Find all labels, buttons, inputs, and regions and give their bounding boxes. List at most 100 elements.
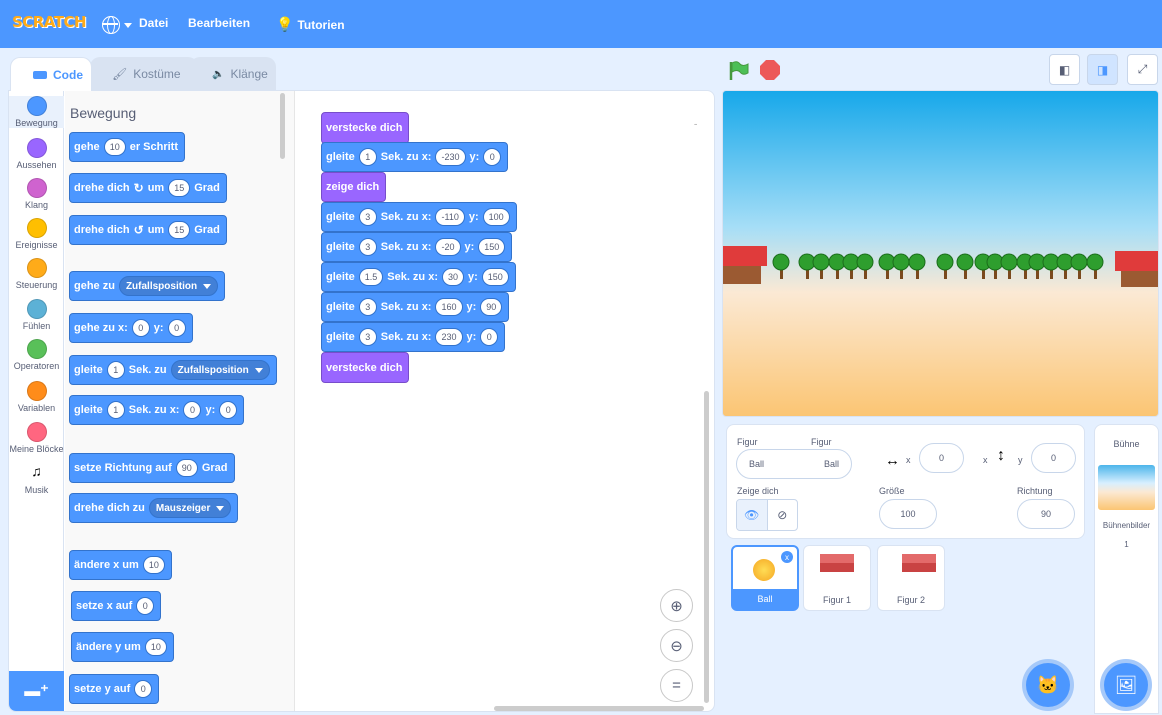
block-input[interactable]: 0 <box>483 148 502 166</box>
block-input[interactable]: -20 <box>435 238 461 256</box>
block-change-x[interactable]: ändere x um 10 <box>69 550 172 580</box>
block-dropdown[interactable]: Zufallsposition <box>118 276 219 296</box>
category-9[interactable]: ♫ Musik <box>9 463 64 495</box>
block-input[interactable]: 30 <box>442 268 465 286</box>
block-input[interactable]: 3 <box>358 208 377 226</box>
script-block-glide-xy[interactable]: gleite 3 Sek. zu x: -110 y: 100 <box>321 202 517 232</box>
category-5[interactable]: Fühlen <box>9 299 64 331</box>
block-input[interactable]: 10 <box>103 138 126 156</box>
visibility-toggle[interactable]: 👁 ⊘ <box>736 499 798 531</box>
block-input[interactable]: -230 <box>435 148 466 166</box>
category-7[interactable]: Variablen <box>9 381 64 413</box>
script-block-hide-end[interactable]: verstecke dich <box>321 352 410 383</box>
script-block-glide-xy[interactable]: gleite 3 Sek. zu x: 230 y: 0 <box>321 322 506 352</box>
block-input[interactable]: 0 <box>183 401 202 419</box>
zoom-reset-button[interactable]: = <box>660 669 693 702</box>
add-sprite-button[interactable]: 🐱 <box>1026 663 1070 707</box>
delete-icon[interactable]: x <box>781 551 793 563</box>
block-input[interactable]: 100 <box>482 208 510 226</box>
block-input[interactable]: 15 <box>168 221 191 239</box>
block-glide[interactable]: gleite 1 Sek. zu Zufallsposition <box>69 355 277 385</box>
sprite-name-field[interactable]: Ball Ball <box>736 449 852 479</box>
script-block-glide-xy[interactable]: gleite 1.5 Sek. zu x: 30 y: 150 <box>321 262 516 292</box>
add-extension-button[interactable]: ▬⁺ <box>9 671 64 711</box>
sprite-tile-ball[interactable]: x Ball <box>731 545 799 611</box>
x-field[interactable]: 0 <box>919 443 964 473</box>
block-input[interactable]: 0 <box>167 319 186 337</box>
block-input[interactable]: 1 <box>106 361 125 379</box>
block-input[interactable]: 1 <box>358 148 377 166</box>
small-stage-button[interactable]: ◧ <box>1049 54 1080 85</box>
block-input[interactable]: -110 <box>435 208 465 226</box>
category-1[interactable]: Aussehen <box>9 138 64 170</box>
script-block-glide-xy[interactable]: gleite 3 Sek. zu x: 160 y: 90 <box>321 292 510 322</box>
horizontal-scrollbar[interactable] <box>494 706 704 711</box>
size-field[interactable]: 100 <box>879 499 937 529</box>
green-flag-icon[interactable] <box>728 60 750 82</box>
category-4[interactable]: Steuerung <box>9 258 64 290</box>
tab-costumes[interactable]: 🖌 Kostüme <box>90 57 198 91</box>
block-glide-xy[interactable]: gleite 1 Sek. zu x: 0 y: 0 <box>69 395 245 425</box>
block-goto[interactable]: gehe zu Zufallsposition <box>69 271 226 301</box>
vertical-scrollbar[interactable] <box>704 391 709 703</box>
zoom-out-button[interactable]: ⊖ <box>660 629 693 662</box>
add-backdrop-button[interactable]: 🖼 <box>1104 663 1148 707</box>
block-input[interactable]: 0 <box>480 328 499 346</box>
block-turn-right[interactable]: drehe dich ↻ um 15 Grad <box>69 173 227 203</box>
block-input[interactable]: 0 <box>131 319 150 337</box>
block-input[interactable]: 15 <box>168 179 191 197</box>
block-input[interactable]: 230 <box>435 328 463 346</box>
large-stage-button[interactable]: ◨ <box>1087 54 1118 85</box>
block-goto-xy[interactable]: gehe zu x: 0 y: 0 <box>69 313 193 343</box>
block-input[interactable]: 0 <box>136 597 155 615</box>
block-dropdown[interactable]: Zufallsposition <box>170 360 270 380</box>
sprite-tile-figur2[interactable]: Figur 2 <box>877 545 945 611</box>
direction-field[interactable]: 90 <box>1017 499 1075 529</box>
block-input[interactable]: 3 <box>358 328 377 346</box>
fullscreen-button[interactable]: ⤢ <box>1127 54 1158 85</box>
zoom-in-button[interactable]: ⊕ <box>660 589 693 622</box>
block-input[interactable]: 3 <box>358 298 377 316</box>
hide-eye-icon[interactable]: ⊘ <box>768 500 798 530</box>
block-move-steps[interactable]: gehe 10 er Schritt <box>69 132 185 162</box>
stop-icon[interactable] <box>760 60 780 80</box>
script-block-hide[interactable]: verstecke dich <box>321 112 410 144</box>
y-field[interactable]: 0 <box>1031 443 1076 473</box>
block-input[interactable]: 150 <box>481 268 509 286</box>
tab-sounds[interactable]: 🔈 Klänge <box>190 57 276 91</box>
block-input[interactable]: 0 <box>134 680 153 698</box>
edit-menu[interactable]: Bearbeiten <box>188 16 250 30</box>
scratch-logo[interactable]: SCRATCH <box>12 13 87 31</box>
category-6[interactable]: Operatoren <box>9 339 64 371</box>
script-block-glide-xy[interactable]: gleite 1 Sek. zu x: -230 y: 0 <box>321 142 509 172</box>
block-input[interactable]: 10 <box>142 556 165 574</box>
show-eye-icon[interactable]: 👁 <box>737 500 768 530</box>
tutorials-menu[interactable]: 💡 Tutorien <box>276 16 345 33</box>
language-menu[interactable] <box>102 16 132 34</box>
category-2[interactable]: Klang <box>9 178 64 210</box>
sprite-tile-figur1[interactable]: Figur 1 <box>803 545 871 611</box>
block-input[interactable]: 90 <box>480 298 503 316</box>
block-input[interactable]: 160 <box>435 298 463 316</box>
script-block-show[interactable]: zeige dich <box>321 172 387 202</box>
category-8[interactable]: Meine Blöcke <box>9 422 64 454</box>
block-input[interactable]: 10 <box>144 638 167 656</box>
block-change-y[interactable]: ändere y um 10 <box>71 632 174 662</box>
file-menu[interactable]: Datei <box>139 16 168 30</box>
block-input[interactable]: 3 <box>358 238 377 256</box>
tab-code[interactable]: Code <box>10 57 92 91</box>
category-0[interactable]: Bewegung <box>9 96 64 128</box>
palette-scrollbar[interactable] <box>280 93 285 159</box>
stage-canvas[interactable] <box>722 90 1159 417</box>
block-input[interactable]: 1.5 <box>358 268 384 286</box>
block-input[interactable]: 1 <box>106 401 125 419</box>
block-set-y[interactable]: setze y auf 0 <box>69 674 160 704</box>
block-input[interactable]: 0 <box>219 401 238 419</box>
category-3[interactable]: Ereignisse <box>9 218 64 250</box>
block-set-x[interactable]: setze x auf 0 <box>71 591 162 621</box>
script-block-glide-xy[interactable]: gleite 3 Sek. zu x: -20 y: 150 <box>321 232 513 262</box>
block-dropdown[interactable]: Mauszeiger <box>148 498 232 518</box>
block-input[interactable]: 150 <box>478 238 506 256</box>
block-point-direction[interactable]: setze Richtung auf 90 Grad <box>69 453 235 483</box>
block-turn-left[interactable]: drehe dich ↺ um 15 Grad <box>69 215 227 245</box>
